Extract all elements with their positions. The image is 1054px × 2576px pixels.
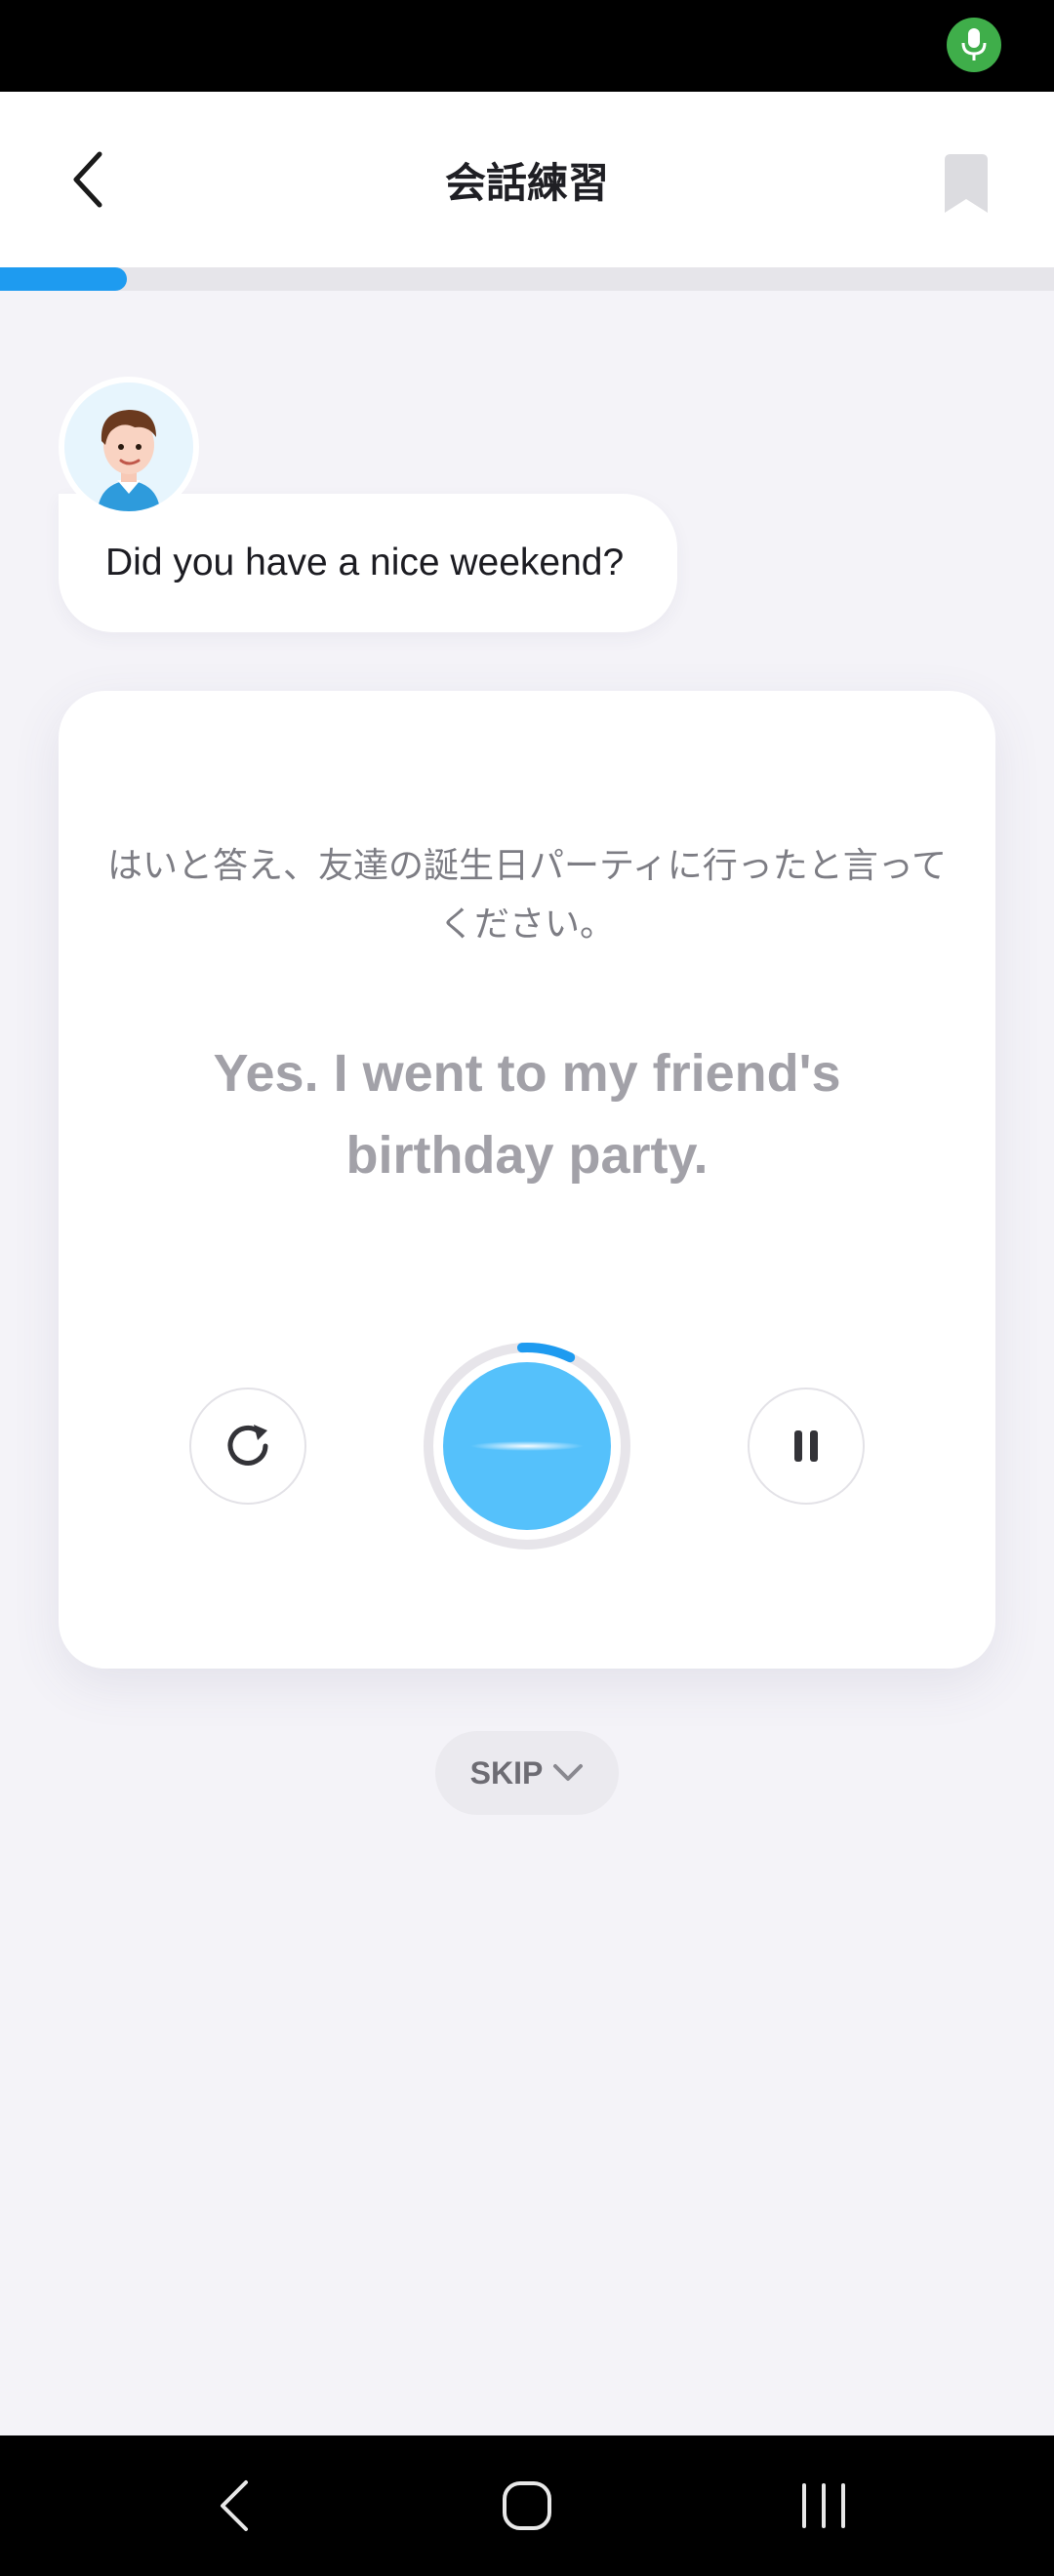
- system-nav-bar: [0, 2435, 1054, 2576]
- boy-avatar-icon: [64, 382, 193, 511]
- recording-indicator-icon: [424, 1343, 630, 1550]
- pause-icon: [794, 1430, 818, 1462]
- back-button[interactable]: [49, 141, 127, 219]
- microphone-icon: [961, 28, 987, 60]
- chevron-down-icon: [553, 1764, 584, 1781]
- skip-label: SKIP: [469, 1754, 544, 1791]
- status-bar: [0, 0, 1054, 92]
- pause-button[interactable]: [748, 1388, 865, 1505]
- record-button[interactable]: [422, 1341, 632, 1551]
- retry-button[interactable]: [189, 1388, 306, 1505]
- lesson-progress-bar: [0, 267, 1054, 291]
- app-header: 会話練習: [0, 92, 1054, 267]
- partner-message-bubble: Did you have a nice weekend?: [59, 494, 677, 632]
- bookmark-button[interactable]: [927, 144, 1005, 222]
- partner-avatar: [59, 377, 199, 517]
- system-recents-button[interactable]: [775, 2457, 872, 2555]
- bookmark-icon: [945, 154, 988, 213]
- target-sentence: Yes. I went to my friend's birthday part…: [213, 1044, 841, 1185]
- skip-button[interactable]: SKIP: [435, 1731, 619, 1815]
- system-home-button[interactable]: [478, 2457, 576, 2555]
- nav-back-icon: [221, 2480, 248, 2531]
- nav-home-icon: [503, 2481, 551, 2530]
- nav-recents-icon: [802, 2483, 845, 2528]
- instruction-text: はいと答え、友達の誕生日パーティに行ったと言ってください。: [106, 846, 948, 945]
- refresh-icon: [227, 1425, 268, 1466]
- page-title: 会話練習: [444, 158, 609, 207]
- practice-card: はいと答え、友達の誕生日パーティに行ったと言ってください。 Yes. I wen…: [59, 691, 995, 1669]
- chevron-left-icon: [73, 151, 102, 208]
- lesson-progress-fill: [0, 267, 127, 291]
- mic-active-indicator: [947, 18, 1001, 72]
- system-back-button[interactable]: [185, 2457, 283, 2555]
